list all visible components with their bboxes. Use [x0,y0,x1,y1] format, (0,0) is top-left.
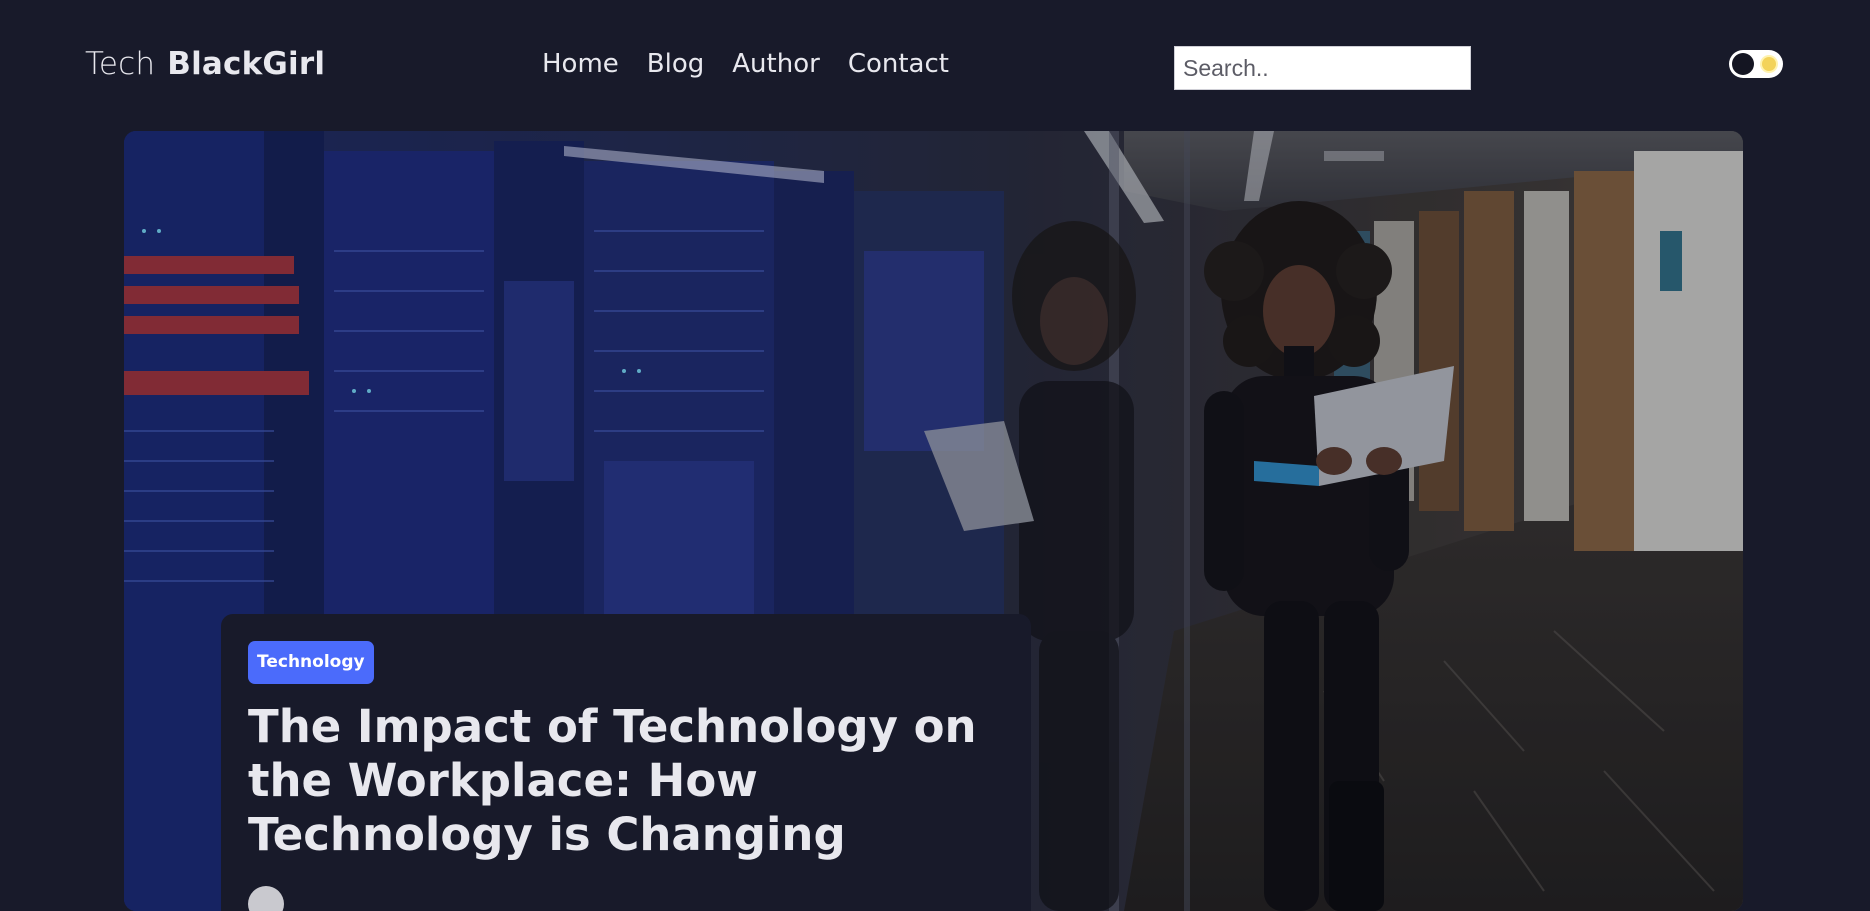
site-logo[interactable]: Tech BlackGirl [85,44,325,84]
sun-icon [1762,57,1776,71]
search-input[interactable] [1174,46,1471,90]
featured-post-card[interactable]: Technology The Impact of Technology on t… [221,614,1031,911]
site-header: Tech BlackGirl Home Blog Author Contact [0,0,1870,126]
post-title[interactable]: The Impact of Technology on the Workplac… [248,700,978,862]
logo-text-light: Tech [85,46,156,82]
nav-blog-link[interactable]: Blog [647,49,704,79]
main-nav: Home Blog Author Contact [542,44,949,84]
logo-text-bold: BlackGirl [167,46,326,82]
hero-banner[interactable]: Technology The Impact of Technology on t… [124,131,1743,911]
author-avatar[interactable] [248,886,284,911]
category-badge[interactable]: Technology [248,641,374,684]
nav-home-link[interactable]: Home [542,49,619,79]
nav-contact-link[interactable]: Contact [848,49,949,79]
toggle-knob-icon [1732,53,1754,75]
theme-toggle[interactable] [1729,50,1783,78]
nav-author-link[interactable]: Author [732,49,820,79]
